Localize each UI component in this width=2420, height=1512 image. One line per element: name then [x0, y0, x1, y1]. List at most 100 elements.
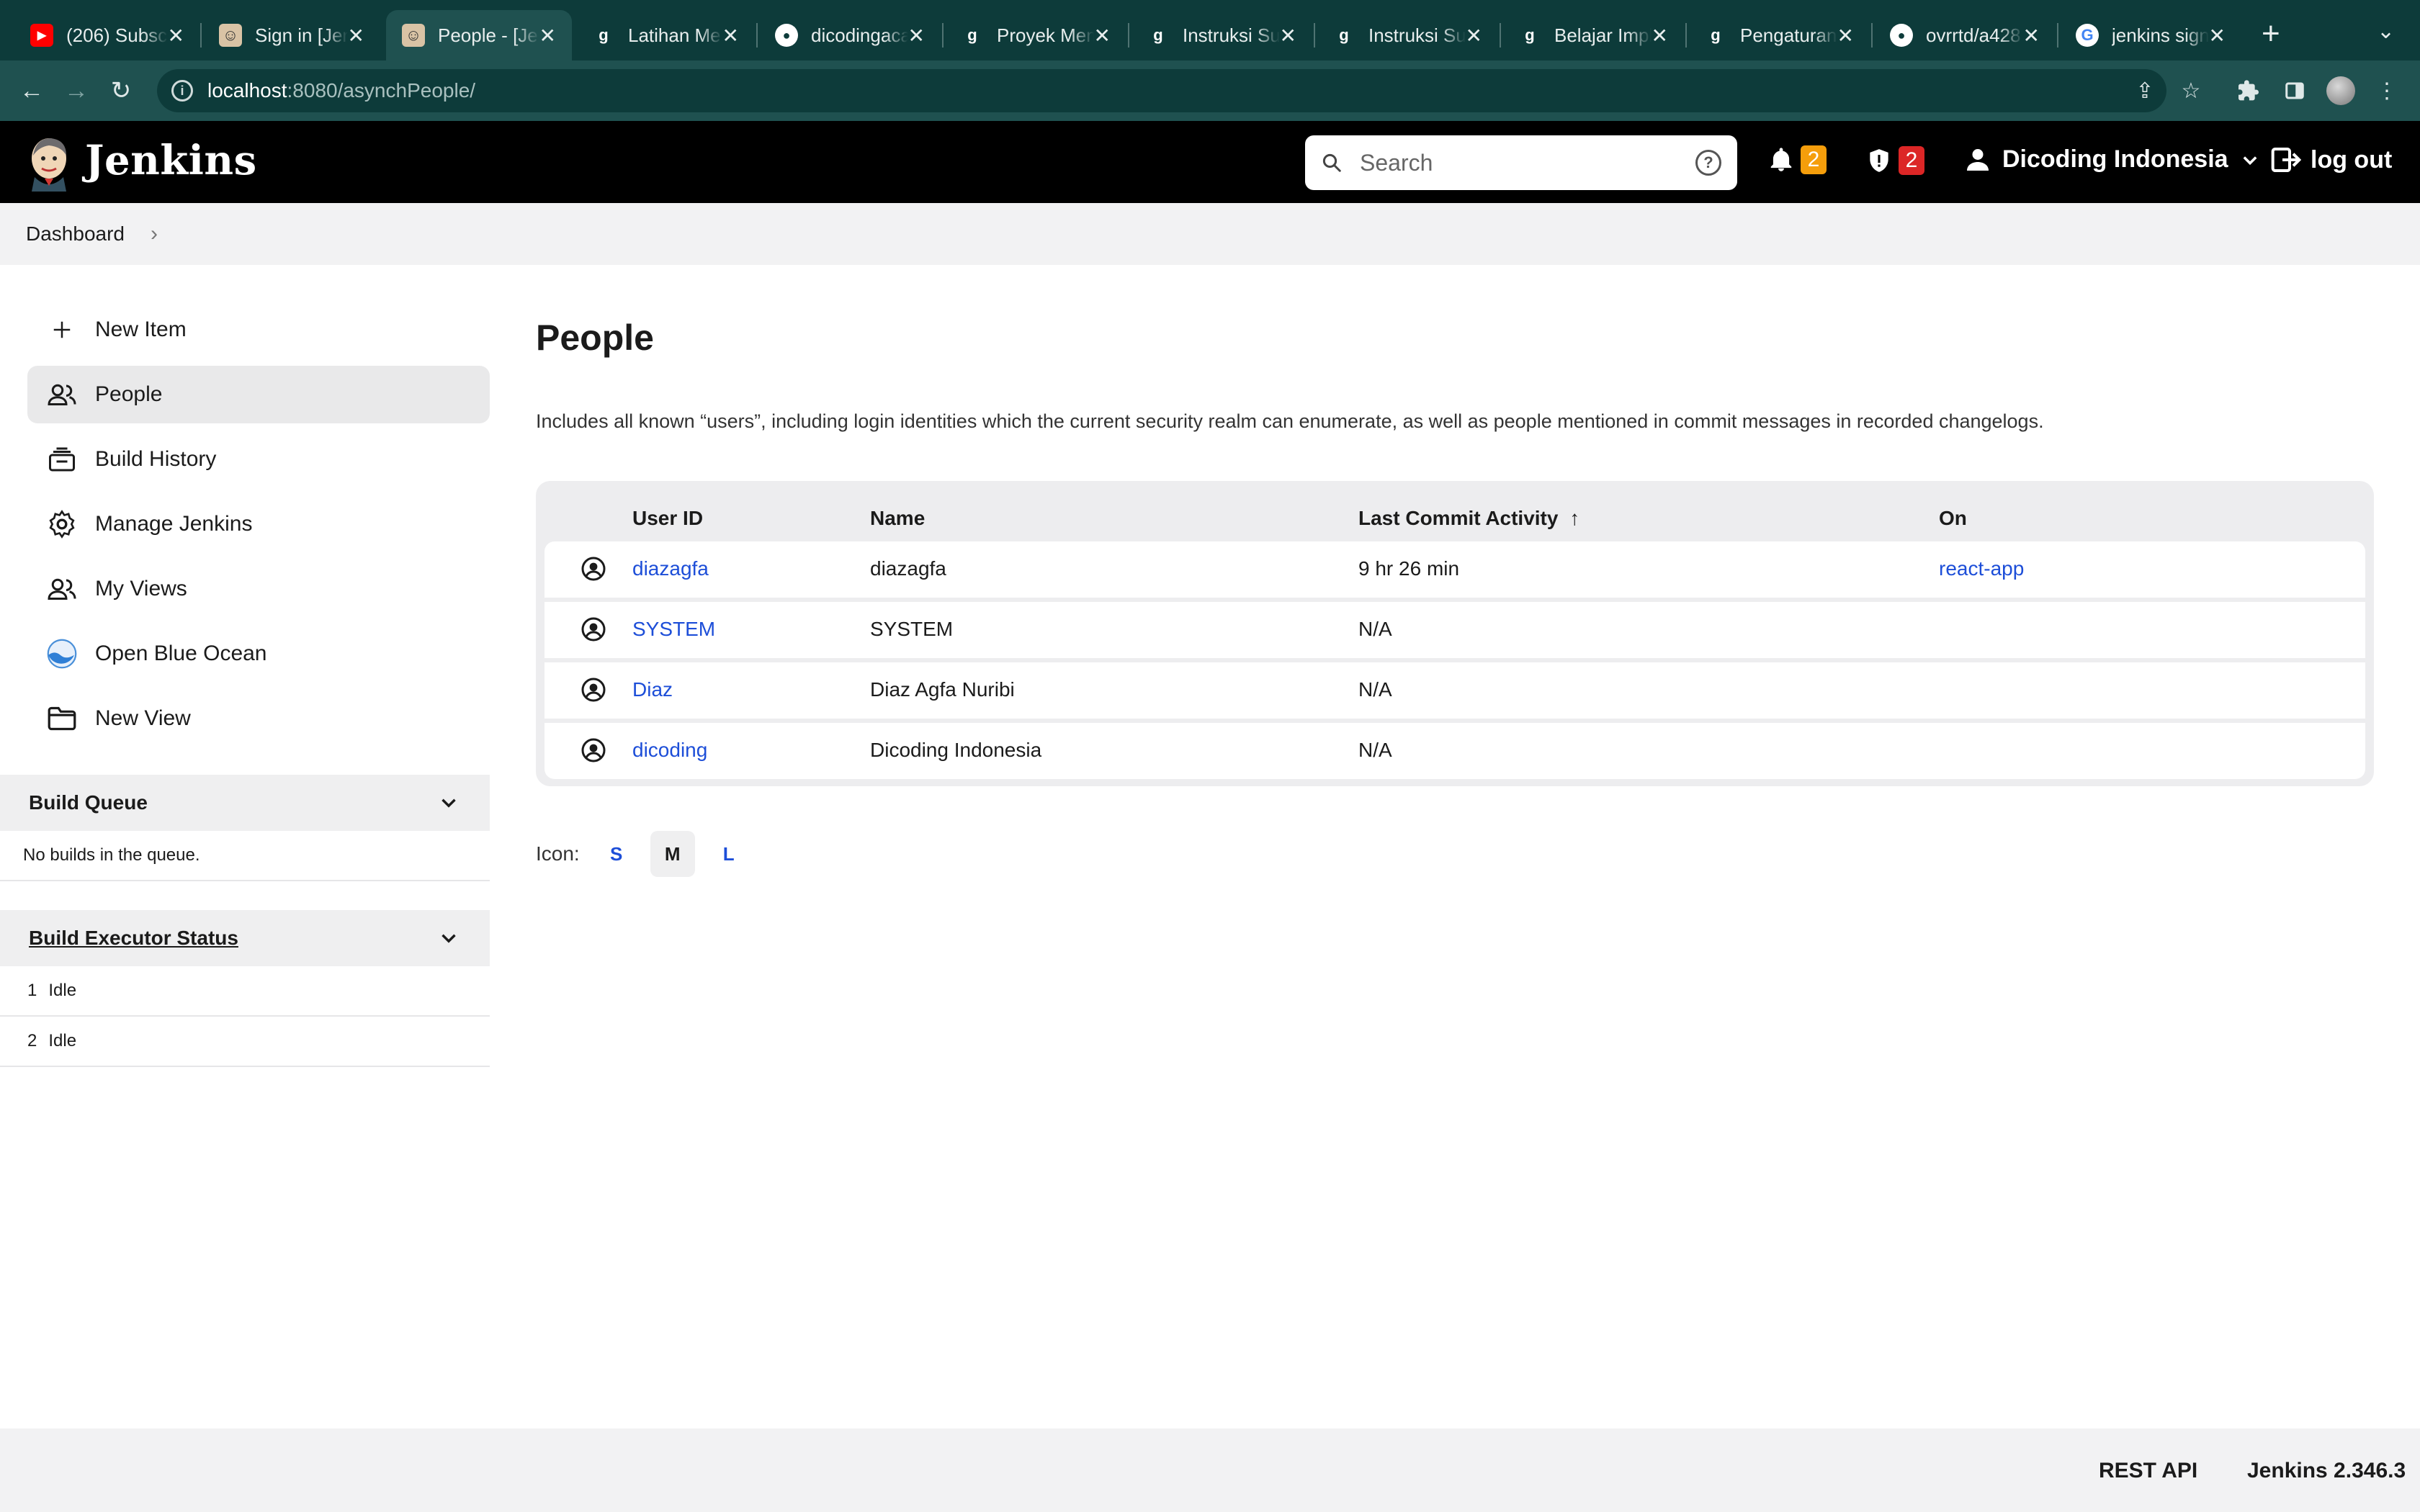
people-icon — [46, 573, 78, 605]
tab-separator — [1314, 23, 1315, 48]
build-queue-empty: No builds in the queue. — [0, 831, 490, 881]
tab-search-chevron-icon[interactable]: ⌄ — [2377, 19, 2395, 44]
side-panel-icon[interactable] — [2277, 73, 2312, 108]
jenkins-icon: ☺ — [219, 24, 242, 47]
dicoding-icon: g — [967, 26, 977, 44]
site-info-icon[interactable]: i — [171, 80, 193, 102]
last-commit-cell: 9 hr 26 min — [1358, 557, 1460, 580]
chevron-down-icon[interactable] — [436, 926, 461, 950]
chevron-down-icon[interactable] — [436, 791, 461, 815]
address-bar[interactable]: i localhost:8080/asynchPeople/ — [157, 69, 2166, 112]
close-tab-icon[interactable]: ✕ — [539, 24, 556, 48]
column-header-last-commit[interactable]: Last Commit Activity ↑ — [1358, 507, 1579, 530]
task-build-history[interactable]: Build History — [27, 431, 490, 488]
gear-icon — [46, 508, 78, 540]
browser-toolbar: ← → ↻ i localhost:8080/asynchPeople/ ⇪ ☆… — [0, 60, 2420, 121]
jenkins-version-link[interactable]: Jenkins 2.346.3 — [2247, 1459, 2406, 1483]
user-id-link[interactable]: dicoding — [632, 739, 707, 762]
plus-icon — [46, 314, 78, 346]
column-header-on[interactable]: On — [1939, 507, 1967, 530]
user-id-link[interactable]: diazagfa — [632, 557, 709, 580]
folder-icon — [46, 703, 78, 734]
dicoding-icon: g — [599, 26, 609, 44]
close-tab-icon[interactable]: ✕ — [2209, 24, 2226, 48]
user-circle-icon — [581, 738, 606, 762]
breadcrumb-dashboard[interactable]: Dashboard — [26, 222, 125, 246]
column-header-user-id[interactable]: User ID — [632, 507, 703, 530]
icon-size-label: Icon: — [536, 842, 580, 865]
project-link[interactable]: react-app — [1939, 557, 2024, 580]
search-input[interactable] — [1360, 149, 1695, 176]
task-label: New Item — [95, 318, 187, 341]
user-menu[interactable]: Dicoding Indonesia — [1965, 145, 2260, 174]
task-new-view[interactable]: New View — [27, 690, 490, 747]
browser-tab[interactable]: ☺ Sign in [Jenkins] ✕ — [203, 10, 380, 60]
close-tab-icon[interactable]: ✕ — [1094, 24, 1111, 48]
browser-tab[interactable]: ● ovrrtd/a428 ✕ — [1874, 10, 2056, 60]
new-tab-icon[interactable]: + — [2262, 16, 2280, 52]
tab-separator — [200, 23, 202, 48]
security-badge: 2 — [1899, 146, 1924, 175]
browser-tab[interactable]: g Belajar Implementasi ✕ — [1502, 10, 1684, 60]
jenkins-brand[interactable]: Jenkins — [85, 137, 257, 184]
executor-number: 2 — [27, 1031, 37, 1050]
close-tab-icon[interactable]: ✕ — [722, 24, 739, 48]
task-new-item[interactable]: New Item — [27, 301, 490, 359]
logout-label: log out — [2311, 145, 2393, 174]
browser-tab[interactable]: g Pengaturan ✕ — [1688, 10, 1870, 60]
back-arrow-icon[interactable]: ← — [14, 73, 49, 108]
close-tab-icon[interactable]: ✕ — [2023, 24, 2040, 48]
task-manage-jenkins[interactable]: Manage Jenkins — [27, 495, 490, 553]
reload-icon[interactable]: ↻ — [104, 73, 138, 108]
close-tab-icon[interactable]: ✕ — [1280, 24, 1296, 48]
tab-separator — [1500, 23, 1501, 48]
user-id-link[interactable]: SYSTEM — [632, 618, 715, 641]
user-circle-icon — [581, 678, 606, 702]
browser-tab[interactable]: g Instruksi Submission ✕ — [1317, 10, 1498, 60]
browser-tab[interactable]: g Proyek Membangun ✕ — [945, 10, 1126, 60]
table-row: diazagfa diazagfa 9 hr 26 min react-app — [544, 541, 2365, 598]
profile-avatar-icon[interactable] — [2323, 73, 2358, 108]
executor-status: Idle — [48, 1031, 77, 1050]
browser-tab[interactable]: G jenkins sign in ✕ — [2060, 10, 2241, 60]
logout-button[interactable]: log out — [2270, 145, 2392, 174]
user-id-link[interactable]: Diaz — [632, 678, 673, 701]
jenkins-logo[interactable] — [26, 134, 72, 192]
browser-tab-active[interactable]: ☺ People - [Jenkins] ✕ — [386, 10, 572, 60]
search-box[interactable]: ? — [1305, 135, 1737, 190]
task-my-views[interactable]: My Views — [27, 560, 490, 618]
icon-size-large[interactable]: L — [707, 831, 751, 877]
breadcrumb-chevron-icon[interactable]: › — [151, 222, 158, 246]
column-header-name[interactable]: Name — [870, 507, 925, 530]
build-queue-title: Build Queue — [29, 791, 148, 814]
browser-tab[interactable]: g Instruksi Submission ✕ — [1131, 10, 1312, 60]
close-tab-icon[interactable]: ✕ — [1466, 24, 1482, 48]
build-history-icon — [46, 444, 78, 475]
security-warnings-button[interactable]: 2 — [1865, 145, 1924, 176]
youtube-icon: ▶ — [30, 24, 53, 47]
jenkins-header: Jenkins ? 2 2 Dicoding Indonesia log out — [0, 121, 2420, 203]
extensions-puzzle-icon[interactable] — [2231, 73, 2266, 108]
build-queue-header[interactable]: Build Queue — [0, 775, 490, 831]
help-icon[interactable]: ? — [1695, 150, 1721, 176]
task-open-blue-ocean[interactable]: Open Blue Ocean — [27, 625, 490, 683]
close-tab-icon[interactable]: ✕ — [1837, 24, 1854, 48]
rest-api-link[interactable]: REST API — [2099, 1459, 2197, 1483]
close-tab-icon[interactable]: ✕ — [908, 24, 925, 48]
close-tab-icon[interactable]: ✕ — [348, 24, 364, 48]
browser-tab[interactable]: ▶ (206) Subscriptions - YouTube ✕ — [14, 10, 200, 60]
notifications-button[interactable]: 2 — [1767, 145, 1827, 174]
close-tab-icon[interactable]: ✕ — [1652, 24, 1668, 48]
kebab-menu-icon[interactable]: ⋮ — [2370, 73, 2404, 108]
task-people[interactable]: People — [27, 366, 490, 423]
icon-size-small[interactable]: S — [594, 831, 639, 877]
executor-status-link[interactable]: Build Executor Status — [29, 927, 238, 950]
column-header-label: Last Commit Activity — [1358, 507, 1559, 529]
share-icon[interactable]: ⇪ — [2128, 73, 2162, 108]
browser-tab[interactable]: ● dicodingacademy ✕ — [759, 10, 941, 60]
bookmark-star-icon[interactable]: ☆ — [2174, 73, 2208, 108]
icon-size-medium[interactable]: M — [650, 831, 695, 877]
browser-tab[interactable]: g Latihan Menjalankan ✕ — [576, 10, 755, 60]
forward-arrow-icon[interactable]: → — [59, 73, 94, 108]
close-tab-icon[interactable]: ✕ — [168, 24, 184, 48]
